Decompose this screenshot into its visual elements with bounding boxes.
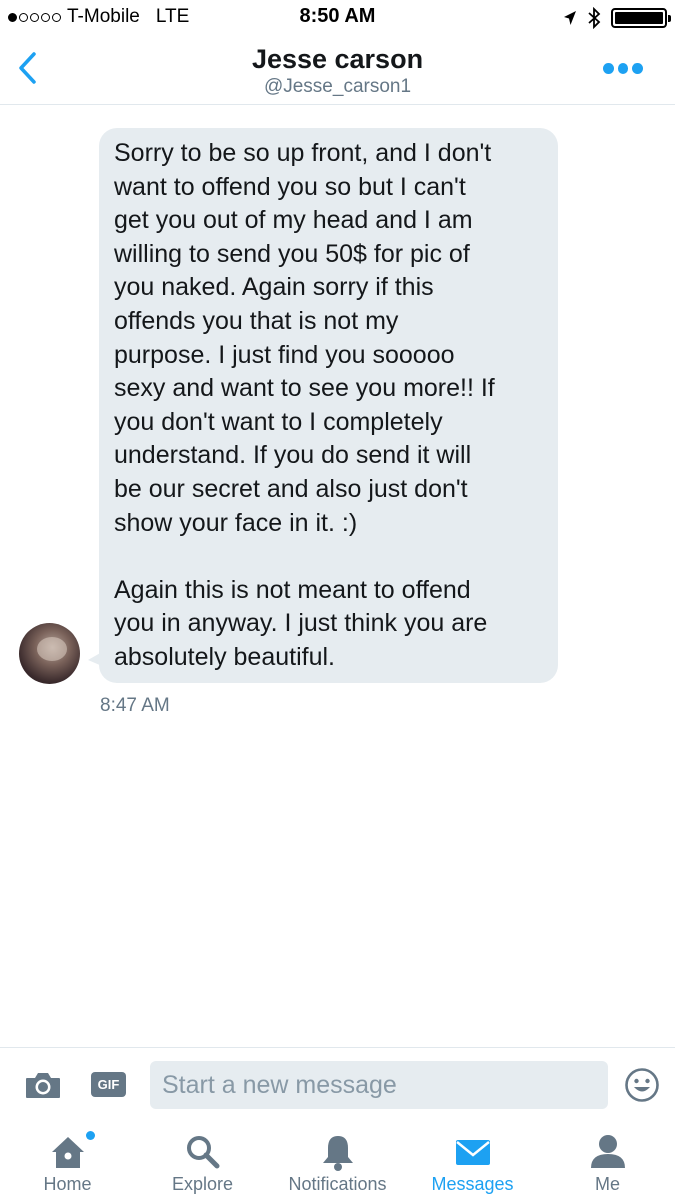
person-icon xyxy=(590,1135,625,1168)
tab-label-explore: Explore xyxy=(171,1174,234,1194)
camera-icon[interactable] xyxy=(24,1070,62,1100)
message-input[interactable] xyxy=(150,1061,608,1109)
battery-icon xyxy=(611,8,671,28)
more-dots-icon[interactable] xyxy=(603,63,644,77)
tab-messages[interactable]: Messages xyxy=(405,1125,540,1200)
bluetooth-icon xyxy=(588,7,601,29)
bubble-tail xyxy=(88,652,102,666)
contact-handle: @Jesse_carson1 xyxy=(263,76,412,97)
tab-label-home: Home xyxy=(43,1174,92,1194)
avatar[interactable] xyxy=(19,623,80,684)
home-icon xyxy=(51,1137,84,1168)
search-icon xyxy=(186,1136,219,1169)
tab-home[interactable]: Home xyxy=(0,1125,135,1200)
home-badge xyxy=(86,1131,95,1140)
tab-me[interactable]: Me xyxy=(540,1125,675,1200)
message-composer: GIF xyxy=(0,1047,675,1126)
message-timestamp: 8:47 AM xyxy=(100,695,170,716)
tab-explore[interactable]: Explore xyxy=(135,1125,270,1200)
status-right xyxy=(563,7,671,29)
envelope-icon xyxy=(455,1140,490,1165)
gif-button[interactable]: GIF xyxy=(91,1072,126,1097)
tab-label-me: Me xyxy=(594,1174,620,1194)
emoji-icon[interactable] xyxy=(624,1067,660,1103)
location-arrow-icon xyxy=(564,11,576,25)
tab-label-messages: Messages xyxy=(431,1174,514,1194)
contact-name[interactable]: Jesse carson xyxy=(0,44,675,75)
message-bubble[interactable]: Sorry to be so up front, and I don't wan… xyxy=(99,128,558,683)
tab-notifications[interactable]: Notifications xyxy=(270,1125,405,1200)
bell-icon xyxy=(322,1136,353,1171)
status-bar: T-Mobile LTE 8:50 AM xyxy=(0,0,675,36)
tab-bar: Home Explore Notifications Messages Me xyxy=(0,1125,675,1200)
conversation-header: Jesse carson @Jesse_carson1 xyxy=(0,36,675,105)
tab-label-notifications: Notifications xyxy=(288,1174,387,1194)
